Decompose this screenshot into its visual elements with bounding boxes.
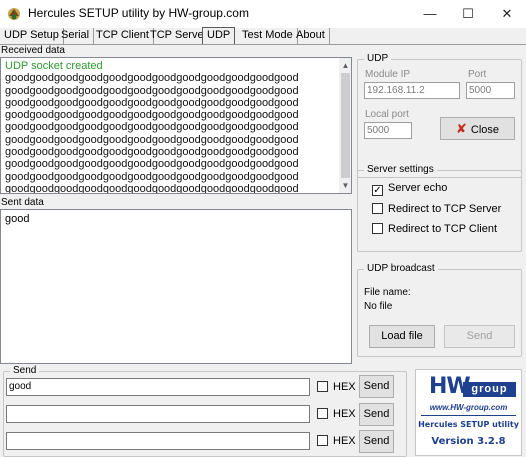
- received-line: UDP socket created: [5, 60, 103, 72]
- tab-serial[interactable]: Serial: [57, 28, 95, 44]
- received-line: goodgoodgoodgoodgoodgoodgoodgoodgoodgood…: [5, 146, 299, 159]
- received-line: goodgoodgoodgoodgoodgoodgoodgoodgoodgood…: [5, 121, 299, 134]
- maximize-button[interactable]: ☐: [449, 0, 487, 28]
- tab-udp[interactable]: UDP: [202, 27, 236, 45]
- received-data-label: Received data: [1, 45, 65, 56]
- send-group-title: Send: [10, 365, 40, 377]
- checkbox-checked-icon: ✓: [372, 185, 383, 196]
- checkbox-empty-icon: [317, 381, 328, 392]
- hw-group-logo-mark: HW group: [421, 374, 517, 398]
- send-button-3[interactable]: Send: [359, 430, 394, 453]
- logo-version: Version 3.2.8: [431, 436, 506, 447]
- file-name-value: No file: [364, 301, 393, 312]
- hex-checkbox-2[interactable]: HEX: [317, 408, 356, 422]
- logo-group-text: group: [463, 382, 516, 397]
- hex-label: HEX: [333, 408, 356, 420]
- checkbox-empty-icon: [317, 435, 328, 446]
- checkbox-empty-icon: [317, 408, 328, 419]
- local-port-field[interactable]: 5000: [364, 122, 412, 139]
- port-field[interactable]: 5000: [466, 82, 515, 99]
- udp-broadcast-title: UDP broadcast: [364, 263, 438, 275]
- local-port-label: Local port: [365, 109, 409, 120]
- tab-udp-setup[interactable]: UDP Setup: [0, 28, 64, 44]
- received-line: goodgoodgoodgoodgoodgoodgoodgoodgoodgood…: [5, 182, 299, 194]
- received-line: goodgoodgoodgoodgoodgoodgoodgoodgoodgood…: [5, 72, 299, 85]
- logo-url: www.HW-group.com: [429, 403, 508, 412]
- load-file-button[interactable]: Load file: [369, 325, 435, 348]
- close-button-label: Close: [470, 124, 500, 136]
- tab-test-mode[interactable]: Test Mode: [238, 28, 298, 44]
- hw-group-logo: HW group www.HW-group.com Hercules SETUP…: [415, 369, 522, 456]
- logo-product-name: Hercules SETUP utility: [418, 420, 519, 429]
- received-line: goodgoodgoodgoodgoodgoodgoodgoodgoodgood…: [5, 170, 299, 183]
- close-socket-button[interactable]: ✘ Close: [440, 117, 515, 140]
- sent-data-panel[interactable]: good: [0, 209, 352, 364]
- tab-about[interactable]: About: [292, 28, 330, 44]
- redirect-tcp-client-checkbox[interactable]: Redirect to TCP Client: [372, 223, 497, 237]
- redirect-tcp-server-label: Redirect to TCP Server: [388, 203, 502, 215]
- logo-divider: [421, 415, 516, 416]
- close-x-icon: ✘: [455, 121, 467, 136]
- received-line: goodgoodgoodgoodgoodgoodgoodgoodgoodgood…: [5, 96, 299, 109]
- hercules-app-icon: [8, 8, 20, 20]
- received-line: goodgoodgoodgoodgoodgoodgoodgoodgoodgood…: [5, 84, 299, 97]
- checkbox-empty-icon: [372, 203, 383, 214]
- window-title: Hercules SETUP utility by HW-group.com: [28, 6, 249, 20]
- received-scroll-thumb[interactable]: [341, 73, 350, 178]
- udp-group-title: UDP: [364, 53, 392, 65]
- hex-checkbox-1[interactable]: HEX: [317, 381, 356, 395]
- send-input-3[interactable]: [6, 432, 310, 450]
- broadcast-send-button[interactable]: Send: [444, 325, 515, 348]
- sent-data-label: Sent data: [1, 197, 44, 208]
- tab-tcp-client[interactable]: TCP Client: [92, 28, 154, 44]
- tab-strip: UDP Setup Serial TCP Client TCP Server U…: [0, 27, 526, 45]
- hex-label: HEX: [333, 381, 356, 393]
- module-ip-field[interactable]: 192.168.11.2: [364, 82, 460, 99]
- received-line: goodgoodgoodgoodgoodgoodgoodgoodgoodgood…: [5, 133, 299, 146]
- send-input-1[interactable]: good: [6, 378, 310, 396]
- hex-checkbox-3[interactable]: HEX: [317, 435, 356, 449]
- received-data-panel[interactable]: UDP socket created goodgoodgoodgoodgoodg…: [0, 57, 352, 194]
- server-settings-title: Server settings: [364, 164, 437, 176]
- received-line: goodgoodgoodgoodgoodgoodgoodgoodgoodgood…: [5, 109, 299, 122]
- scroll-up-icon[interactable]: ▲: [339, 59, 351, 72]
- send-button-1[interactable]: Send: [359, 375, 394, 398]
- module-ip-label: Module IP: [365, 69, 411, 80]
- file-name-label: File name:: [364, 287, 411, 298]
- received-lines: UDP socket created goodgoodgoodgoodgoodg…: [5, 60, 337, 194]
- minimize-button[interactable]: —: [411, 0, 449, 28]
- server-echo-label: Server echo: [388, 182, 448, 194]
- redirect-tcp-client-label: Redirect to TCP Client: [388, 223, 498, 235]
- port-label: Port: [468, 69, 487, 80]
- close-window-button[interactable]: ✕: [488, 0, 526, 28]
- sent-data-text: good: [5, 213, 30, 225]
- send-input-2[interactable]: [6, 405, 310, 423]
- received-line: goodgoodgoodgoodgoodgoodgoodgoodgoodgood…: [5, 158, 299, 171]
- redirect-tcp-server-checkbox[interactable]: Redirect to TCP Server: [372, 203, 501, 217]
- scroll-down-icon[interactable]: ▼: [339, 179, 351, 192]
- server-echo-checkbox[interactable]: ✓ Server echo: [372, 182, 447, 196]
- tab-divider: [0, 44, 526, 45]
- send-button-2[interactable]: Send: [359, 403, 394, 426]
- hex-label: HEX: [333, 435, 356, 447]
- checkbox-empty-icon: [372, 223, 383, 234]
